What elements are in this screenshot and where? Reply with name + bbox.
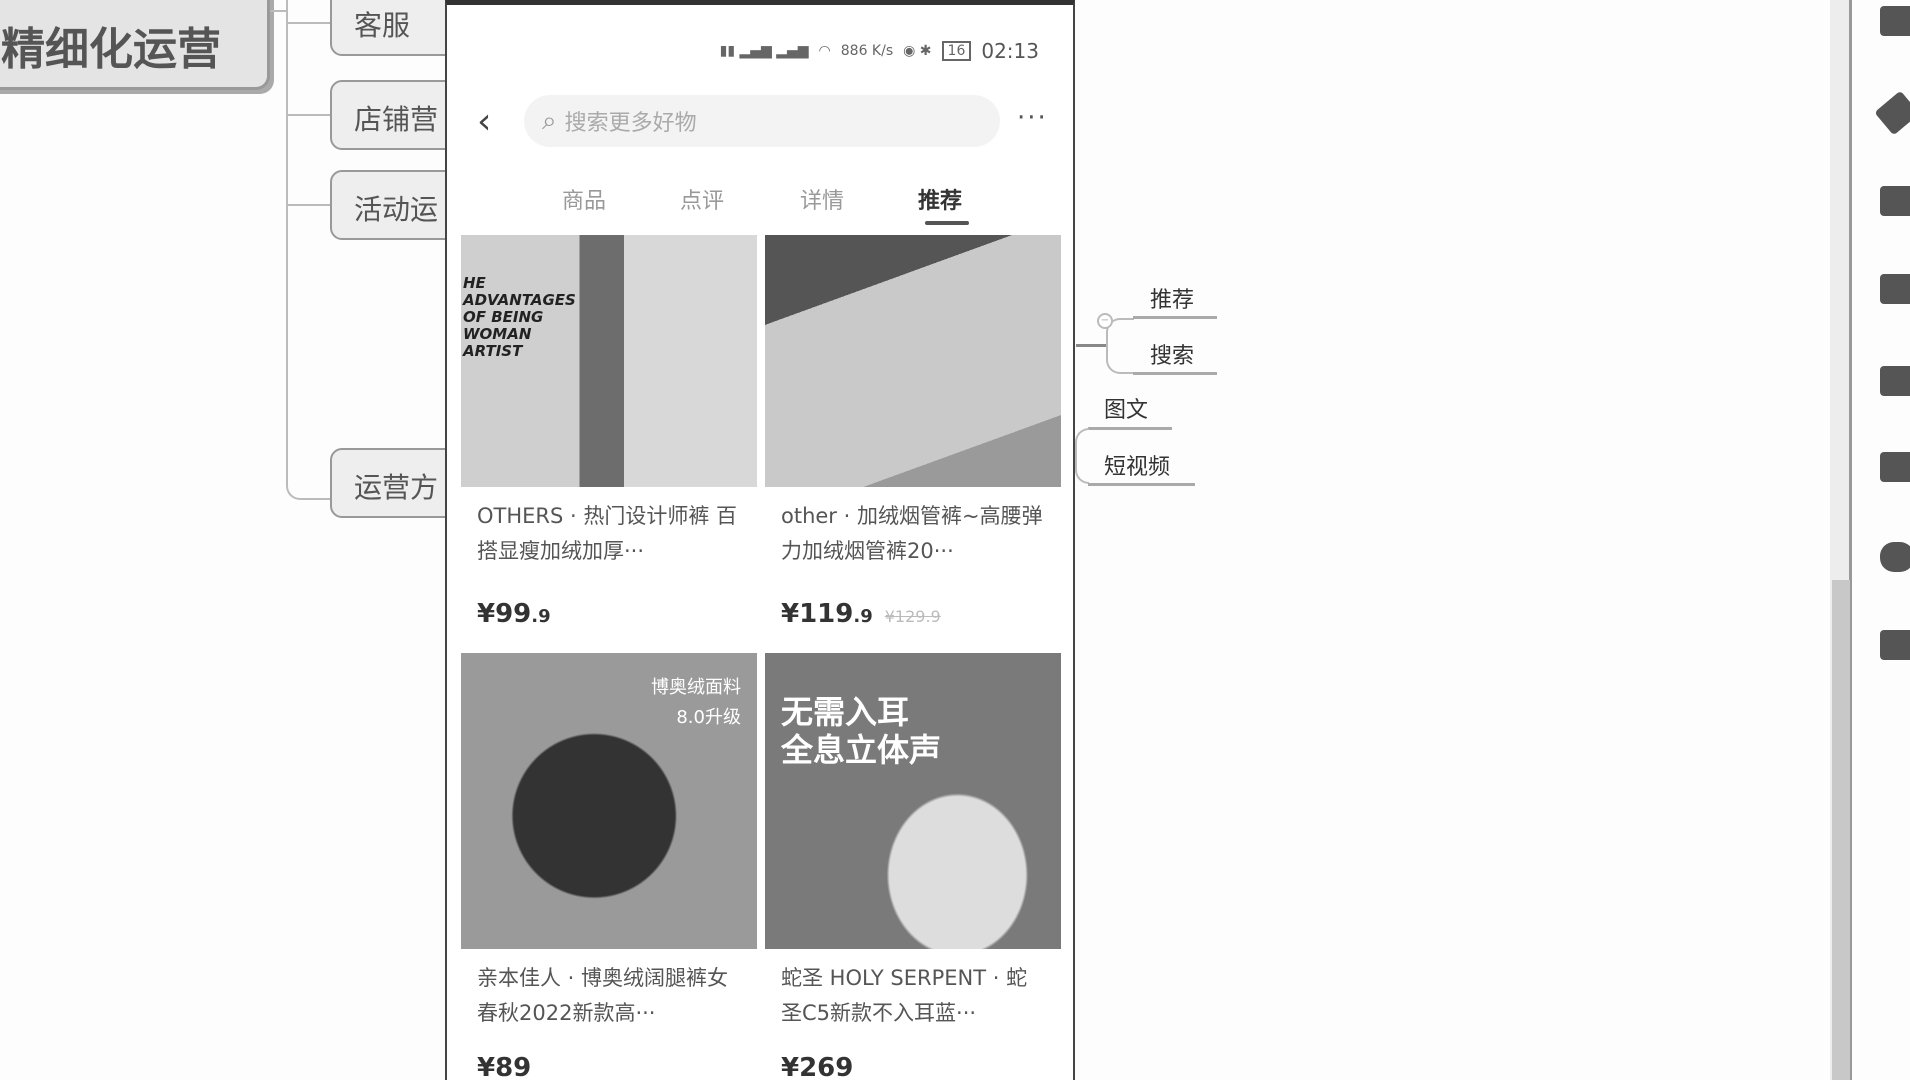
product-title: 蛇圣 HOLY SERPENT · 蛇圣C5新款不入耳蓝··· [781, 966, 1028, 1025]
image-overlay-text: HE ADVANTAGES OF BEING WOMAN ARTIST [463, 274, 576, 360]
tab-goods[interactable]: 商品 [562, 183, 606, 215]
product-title: 亲本佳人 · 博奥绒阔腿裤女春秋2022新款高··· [477, 966, 729, 1025]
mindmap-node-recommend[interactable]: 推荐 [1150, 282, 1194, 314]
mindmap-node-image-text[interactable]: 图文 [1104, 392, 1148, 424]
tab-details[interactable]: 详情 [800, 183, 844, 215]
battery-icon: 16 [941, 41, 972, 61]
node-label: 客服 [354, 9, 411, 42]
connector [1076, 344, 1106, 347]
phone-screenshot: ▮▮ ▂▄▆ ▂▄▆ ◠ 886 K/s ◉ ✱ 16 02:13 ‹ ⌕ 搜索… [445, 0, 1075, 1080]
more-button[interactable]: ··· [1017, 103, 1048, 133]
product-image: 博奥绒面料 8.0升级 [461, 653, 757, 949]
wifi-icon: ◠ [818, 43, 831, 59]
image-icon[interactable] [1880, 186, 1910, 216]
node-underline [1088, 427, 1172, 430]
product-title: other · 加绒烟管裤~高腰弹力加绒烟管裤20··· [781, 504, 1043, 563]
mindmap-node-search[interactable]: 搜索 [1150, 338, 1194, 370]
node-label: 活动运 [354, 193, 439, 226]
tab-reviews[interactable]: 点评 [680, 183, 724, 215]
image-overlay-text: 无需入耳 全息立体声 [781, 693, 942, 769]
collapse-icon[interactable]: − [1097, 313, 1113, 329]
search-input[interactable]: ⌕ 搜索更多好物 [524, 95, 1000, 147]
comment-icon[interactable] [1880, 542, 1910, 572]
node-underline [1133, 316, 1217, 319]
product-title: OTHERS · 热门设计师裤 百搭显瘦加绒加厚··· [477, 504, 738, 563]
connector [288, 114, 331, 116]
product-price: ¥99.9 [477, 599, 551, 629]
connector [286, 0, 331, 24]
product-card[interactable]: 无需入耳 全息立体声 蛇圣 HOLY SERPENT · 蛇圣C5新款不入耳蓝·… [765, 653, 1061, 1080]
signal-icon: ▮▮ ▂▄▆ ▂▄▆ [719, 43, 809, 59]
scrollbar-thumb[interactable] [1832, 580, 1850, 1080]
eye-icon: ◉ ✱ [903, 43, 932, 59]
product-price: ¥269 [781, 1053, 854, 1080]
flag-icon[interactable] [1880, 274, 1910, 304]
mindmap-node-customer-service[interactable]: 客服 [330, 0, 460, 56]
outline-icon[interactable] [1880, 6, 1910, 36]
node-label: 店铺营 [354, 103, 439, 136]
search-icon: ⌕ [542, 105, 557, 136]
node-underline [1088, 483, 1195, 486]
back-button[interactable]: ‹ [477, 101, 491, 142]
brush-icon[interactable] [1874, 90, 1910, 136]
mindmap-node-store[interactable]: 店铺营 [330, 80, 460, 150]
connector [286, 0, 331, 500]
image-overlay-text: 博奥绒面料 8.0升级 [651, 677, 741, 728]
product-price: ¥89 [477, 1053, 532, 1080]
product-image: 无需入耳 全息立体声 [765, 653, 1061, 949]
product-card[interactable]: other · 加绒烟管裤~高腰弹力加绒烟管裤20··· ¥119.9 ¥129.… [765, 235, 1061, 641]
search-placeholder: 搜索更多好物 [564, 111, 697, 136]
product-card[interactable]: HE ADVANTAGES OF BEING WOMAN ARTIST OTHE… [461, 235, 757, 641]
original-price: ¥129.9 [884, 607, 941, 626]
connector [288, 204, 331, 206]
node-label: 运营方 [354, 471, 439, 504]
tab-recommend[interactable]: 推荐 [918, 183, 962, 215]
product-price: ¥119.9 ¥129.9 [781, 599, 941, 629]
product-card[interactable]: 博奥绒面料 8.0升级 亲本佳人 · 博奥绒阔腿裤女春秋2022新款高··· ¥… [461, 653, 757, 1080]
status-time: 02:13 [981, 39, 1039, 63]
text-style-icon[interactable] [1880, 366, 1910, 396]
root-label: 精细化运营 [1, 24, 221, 75]
product-image: HE ADVANTAGES OF BEING WOMAN ARTIST [461, 235, 757, 487]
mindmap-node-short-video[interactable]: 短视频 [1104, 449, 1170, 481]
net-speed: 886 K/s [840, 43, 894, 59]
status-bar: ▮▮ ▂▄▆ ▂▄▆ ◠ 886 K/s ◉ ✱ 16 02:13 [720, 39, 1039, 63]
mindmap-node-activity[interactable]: 活动运 [330, 170, 460, 240]
mindmap-node-operations[interactable]: 运营方 [330, 448, 460, 518]
connector [1075, 428, 1089, 484]
node-underline [1133, 372, 1217, 375]
active-tab-indicator [925, 221, 969, 225]
mindmap-root-node[interactable]: 精细化运营 [0, 0, 270, 90]
task-icon[interactable] [1880, 630, 1910, 660]
note-icon[interactable] [1880, 452, 1910, 482]
product-image [765, 235, 1061, 487]
